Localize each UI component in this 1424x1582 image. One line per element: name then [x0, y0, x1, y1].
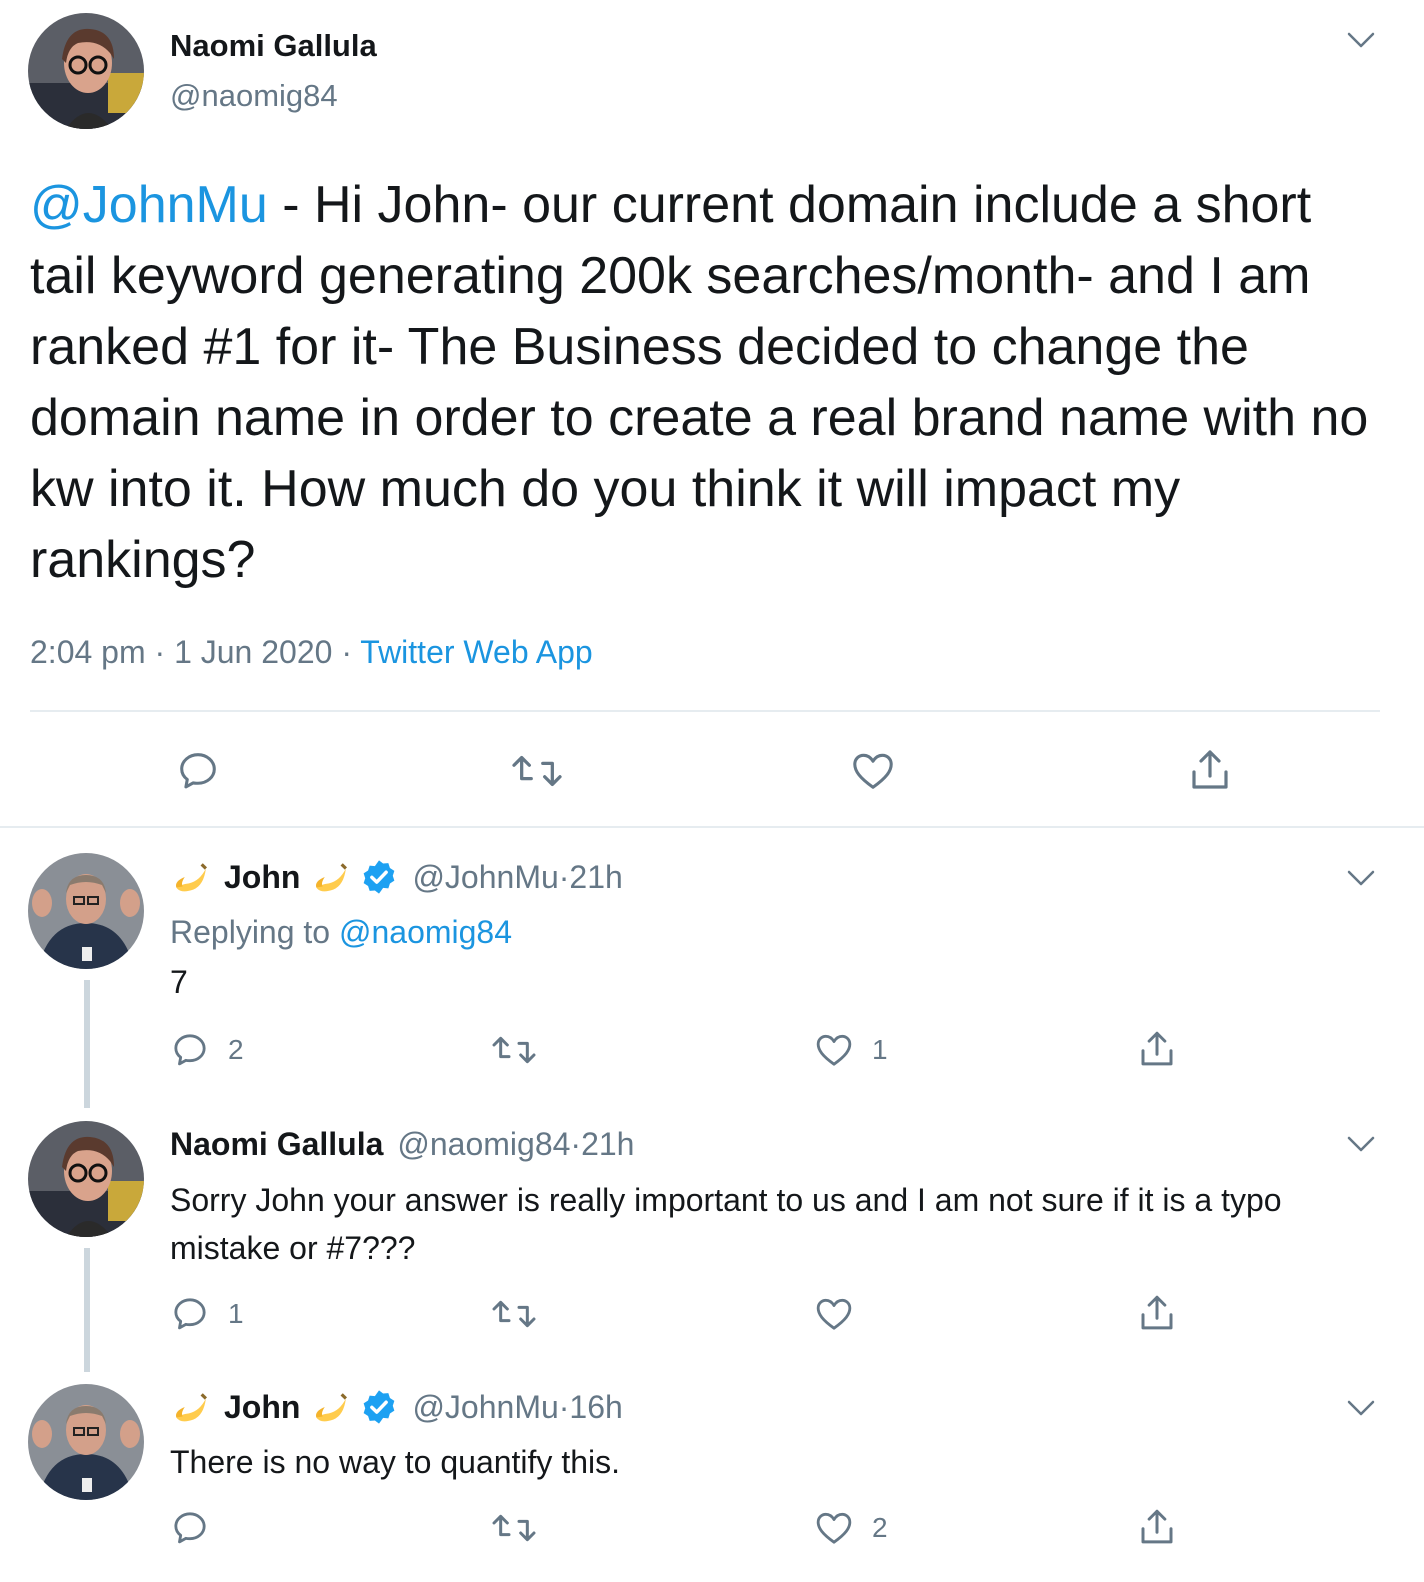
- reply-age[interactable]: 21h: [581, 1126, 634, 1163]
- tweet-meta: 2:04 pm · 1 Jun 2020 · Twitter Web App: [30, 634, 593, 671]
- replying-prefix: Replying to: [170, 914, 339, 950]
- reply-icon: [180, 753, 216, 789]
- avatar-john[interactable]: [28, 853, 144, 969]
- reply-text: Sorry John your answer is really importa…: [170, 1182, 1282, 1266]
- reply-icon: [174, 1298, 206, 1330]
- reply-button[interactable]: 1: [170, 1294, 244, 1334]
- reply-author-handle[interactable]: @naomig84: [397, 1126, 570, 1163]
- retweet-button[interactable]: [490, 1508, 538, 1548]
- chevron-down-icon[interactable]: [1346, 1134, 1376, 1154]
- reply-count: 2: [228, 1034, 244, 1065]
- thread-line: [84, 1248, 90, 1372]
- meta-separator: ·: [558, 1388, 570, 1425]
- chevron-down-icon[interactable]: [1346, 1398, 1376, 1418]
- like-count: 1: [872, 1034, 888, 1065]
- meta-separator: ·: [332, 634, 361, 670]
- share-button[interactable]: [1186, 746, 1234, 794]
- reply-age[interactable]: 16h: [569, 1389, 622, 1426]
- tweet-source[interactable]: Twitter Web App: [360, 634, 592, 670]
- verified-icon: [364, 1390, 395, 1424]
- chevron-down-icon[interactable]: [1346, 30, 1376, 50]
- replying-to-link[interactable]: @naomig84: [339, 914, 512, 950]
- like-icon: [816, 1298, 852, 1330]
- avatar-naomi[interactable]: [28, 13, 144, 129]
- reply-icon: [174, 1034, 206, 1066]
- reply-author-handle[interactable]: @JohnMu: [412, 1389, 558, 1426]
- share-icon: [1192, 750, 1228, 789]
- like-button[interactable]: 2: [814, 1508, 888, 1548]
- reply-button[interactable]: 2: [170, 1030, 244, 1070]
- reply-author-name[interactable]: John: [224, 859, 300, 896]
- mention-link[interactable]: @JohnMu: [30, 176, 268, 234]
- share-icon: [1141, 1295, 1173, 1330]
- reply-count: 1: [228, 1298, 244, 1329]
- meta-separator: ·: [558, 858, 570, 895]
- section-divider: [0, 826, 1424, 828]
- share-button[interactable]: [1136, 1292, 1178, 1334]
- like-button[interactable]: [814, 1294, 872, 1334]
- like-button[interactable]: [850, 748, 896, 794]
- reply-button[interactable]: [175, 748, 221, 794]
- like-icon: [853, 753, 893, 789]
- share-button[interactable]: [1136, 1028, 1178, 1070]
- meta-separator: ·: [145, 634, 175, 670]
- retweet-icon: [492, 1036, 536, 1064]
- main-tweet-body: - Hi John- our current domain include a …: [30, 176, 1369, 589]
- thread-line: [84, 980, 90, 1108]
- main-author-name[interactable]: Naomi Gallula: [170, 28, 377, 64]
- share-icon: [1141, 1031, 1173, 1066]
- retweet-button[interactable]: [510, 748, 564, 794]
- reply-age[interactable]: 21h: [569, 859, 622, 896]
- retweet-button[interactable]: [490, 1030, 538, 1070]
- reply-text: 7: [170, 964, 188, 1000]
- banana-emoji: [316, 1393, 348, 1422]
- share-icon: [1141, 1509, 1173, 1544]
- banana-emoji: [175, 863, 208, 892]
- reply-author-name[interactable]: John: [224, 1389, 300, 1426]
- retweet-icon: [492, 1514, 536, 1542]
- retweet-button[interactable]: [490, 1294, 538, 1334]
- avatar-naomi[interactable]: [28, 1121, 144, 1237]
- like-count: 2: [872, 1512, 888, 1543]
- banana-emoji: [175, 1393, 208, 1422]
- reply-header: Naomi Gallula @naomig84 · 21h: [170, 1126, 634, 1163]
- main-tweet-text: @JohnMu - Hi John- our current domain in…: [30, 170, 1390, 596]
- replying-to: Replying to @naomig84: [170, 908, 1360, 956]
- meta-separator: ·: [570, 1126, 582, 1162]
- share-button[interactable]: [1136, 1506, 1178, 1548]
- reply-icon: [174, 1512, 206, 1544]
- retweet-icon: [512, 755, 562, 787]
- tweet-time[interactable]: 2:04 pm: [30, 634, 146, 670]
- like-button[interactable]: 1: [814, 1030, 888, 1070]
- reply-button[interactable]: [170, 1508, 228, 1548]
- retweet-icon: [492, 1300, 536, 1328]
- like-icon: [816, 1034, 852, 1066]
- reply-header: John @JohnMu · 21h: [170, 858, 623, 896]
- main-author-handle[interactable]: @naomig84: [170, 78, 338, 114]
- reply-header: John @JohnMu · 16h: [170, 1388, 623, 1426]
- avatar-john[interactable]: [28, 1384, 144, 1500]
- reply-author-name[interactable]: Naomi Gallula: [170, 1126, 383, 1163]
- like-icon: [816, 1512, 852, 1544]
- meta-divider: [30, 710, 1380, 712]
- verified-icon: [364, 860, 395, 894]
- reply-author-handle[interactable]: @JohnMu: [412, 859, 558, 896]
- reply-text: There is no way to quantify this.: [170, 1444, 620, 1480]
- tweet-date[interactable]: 1 Jun 2020: [174, 634, 332, 670]
- chevron-down-icon[interactable]: [1346, 868, 1376, 888]
- banana-emoji: [316, 863, 348, 892]
